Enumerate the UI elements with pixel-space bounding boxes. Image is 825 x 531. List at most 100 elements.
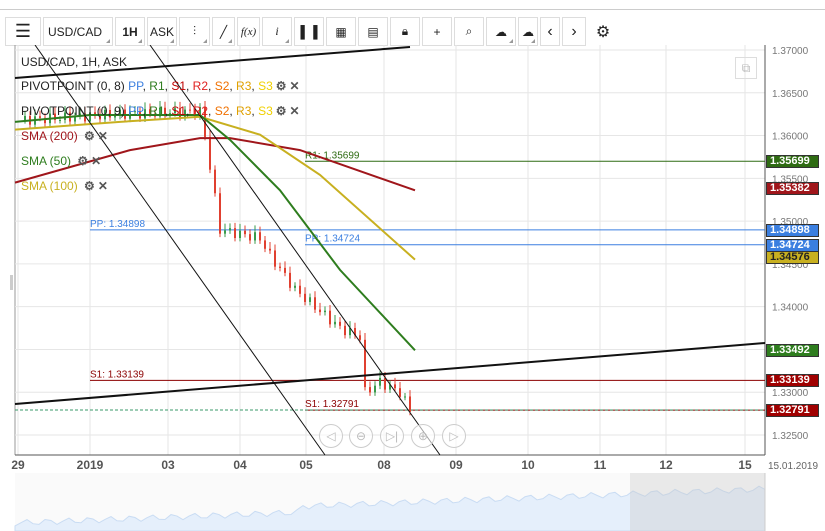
candle-body [284,267,286,273]
price-type-select[interactable]: ASK [147,17,177,46]
candle-body [209,136,211,170]
candle-body [374,385,376,393]
price-tick-label: 1.34000 [772,303,809,314]
info-icon[interactable]: i [262,17,292,46]
popout-icon[interactable]: ⧉ [735,57,757,79]
candle-body [269,248,271,251]
gear-icon[interactable]: ⚙ [276,79,287,93]
prev-icon[interactable]: ‹ [540,17,560,46]
candle-body [359,335,361,340]
time-tick-label: 2019 [77,458,104,472]
pivot-part: R1 [149,104,165,118]
time-tick-label: 08 [377,458,391,472]
candle-body [264,240,266,249]
axis-date-label: 15.01.2019 [768,461,818,472]
price-tag: 1.33139 [766,374,819,388]
upload-cloud-icon[interactable]: ☁ [486,17,516,46]
pivot-name: PIVOTPOINT (0, 9) [21,104,125,118]
time-tick-label: 05 [299,458,313,472]
candle-body [294,285,296,288]
candle-body [404,396,406,398]
candle-body [289,272,291,288]
pivot-part: S1 [171,79,186,93]
gear-icon[interactable]: ⚙ [84,179,95,193]
price-tick-label: 1.33000 [772,388,809,399]
close-icon[interactable]: ✕ [98,179,108,193]
close-icon[interactable]: ✕ [290,79,300,93]
next-icon[interactable]: › [562,17,586,46]
candle-body [249,234,251,241]
candle-body [309,297,311,302]
download-cloud-icon[interactable]: ☁ [518,17,538,46]
price-tick-label: 1.36500 [772,89,809,100]
pivot-part: R2 [192,79,209,93]
pivot-level-label: S1: 1.33139 [90,369,144,380]
price-tag: 1.32791 [766,404,819,418]
zoom-in-button[interactable]: ⊕ [411,424,435,448]
candle-body [274,250,276,267]
time-tick-label: 15 [738,458,752,472]
time-tick-label: 11 [594,458,607,472]
pivot-level-label: R1: 1.35699 [305,150,360,161]
pivot-name: PIVOTPOINT (0, 8) [21,79,125,93]
close-icon[interactable]: ✕ [98,129,108,143]
candle-body [259,232,261,241]
draw-pen-icon[interactable]: ╱ [212,17,235,46]
scroll-right-button[interactable]: ▷ [442,424,466,448]
candle-body [369,387,371,393]
candle-body [319,309,321,313]
candle-body [229,228,231,231]
pivot-part: R3 [236,79,252,93]
pivot-part: PP [128,104,143,118]
pivot-part: S3 [258,104,273,118]
candles-icon[interactable]: ⫶ [179,17,210,46]
pivot-level-label: PP: 1.34898 [90,219,145,230]
candle-body [254,232,256,241]
candle-body [219,193,221,234]
candle-body [224,230,226,234]
crosshair-icon[interactable]: + [422,17,452,46]
price-tag: 1.34898 [766,223,819,237]
pivot-part: PP [128,79,143,93]
price-tag: 1.34724 [766,238,819,252]
gear-icon[interactable]: ⚙ [276,104,287,118]
chart-title: USD/CAD, 1H, ASK [21,55,128,69]
pivot-legend-item: PIVOTPOINT (0, 9) PP, R1, S1, R2, S2, R3… [21,104,300,118]
candle-body [334,321,336,325]
volume-bars-icon[interactable]: ▌▐ [294,17,324,46]
gear-icon[interactable]: ⚙ [84,129,95,143]
jump-latest-button[interactable]: ▷| [380,424,404,448]
left-scroll-handle [10,275,13,290]
sma-legend-item: SMA (50) ⚙ ✕ [21,154,101,168]
interval-select[interactable]: 1H [115,17,145,46]
zoom-out-button[interactable]: ⊖ [349,424,373,448]
price-tag: 1.35382 [766,182,819,196]
candle-body [214,169,216,194]
top-divider [0,9,825,10]
sma-legend-item: SMA (100) ⚙ ✕ [21,179,108,193]
scroll-left-button[interactable]: ◁ [319,424,343,448]
candle-body [339,321,341,326]
candle-body [239,230,241,239]
zoom-chart-icon[interactable]: ⌕ [454,17,484,46]
function-icon[interactable]: f(x) [237,17,260,46]
pivot-part: R1 [149,79,165,93]
symbol-select[interactable]: USD/CAD [43,17,113,46]
close-icon[interactable]: ✕ [290,104,300,118]
report-icon[interactable]: ▤ [358,17,388,46]
calendar-icon[interactable]: ▦ [326,17,356,46]
time-tick-label: 04 [233,458,247,472]
lock-icon[interactable]: 🔒︎ [390,17,420,46]
navigator-window [630,473,765,531]
toolbar: ☰ USD/CAD 1H ASK ⫶ ╱ f(x) i ▌▐ ▦ ▤ 🔒︎ + … [5,17,618,46]
settings-gear-icon[interactable]: ⚙ [588,17,618,46]
time-tick-label: 12 [659,458,673,472]
candle-body [344,325,346,336]
gear-icon[interactable]: ⚙ [77,154,88,168]
menu-icon[interactable]: ☰ [5,17,41,46]
candle-body [59,119,61,121]
time-tick-label: 29 [11,458,25,472]
pivot-legend-item: PIVOTPOINT (0, 8) PP, R1, S1, R2, S2, R3… [21,79,300,93]
pivot-part: S2 [214,104,230,118]
close-icon[interactable]: ✕ [91,154,101,168]
